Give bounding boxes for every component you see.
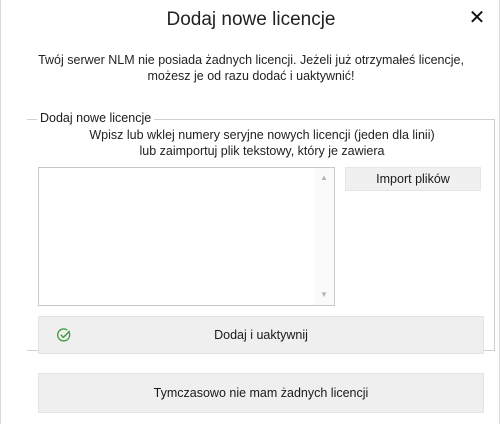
scroll-down-icon[interactable]: ▼: [314, 288, 334, 302]
textarea-scrollbar[interactable]: ▲ ▼: [314, 168, 334, 305]
group-legend: Dodaj nowe licencje: [37, 109, 155, 127]
scroll-up-icon[interactable]: ▲: [314, 171, 334, 185]
dialog-description: Twój serwer NLM nie posiada żadnych lice…: [21, 52, 481, 84]
description-line-1: Twój serwer NLM nie posiada żadnych lice…: [38, 53, 464, 67]
dialog-title: Dodaj nowe licencje: [166, 9, 336, 30]
description-line-2: możesz je od razu dodać i uaktywnić!: [147, 69, 355, 83]
import-files-button[interactable]: Import plików: [345, 167, 481, 191]
serial-numbers-textarea[interactable]: ▲ ▼: [38, 167, 335, 306]
add-and-activate-label: Dodaj i uaktywnij: [214, 328, 308, 342]
group-hint: Wpisz lub wklej numery seryjne nowych li…: [37, 127, 487, 159]
add-and-activate-button[interactable]: Dodaj i uaktywnij: [38, 316, 484, 354]
no-licenses-button[interactable]: Tymczasowo nie mam żadnych licencji: [38, 373, 484, 413]
hint-line-2: lub zaimportuj plik tekstowy, który je z…: [139, 144, 385, 158]
hint-line-1: Wpisz lub wklej numery seryjne nowych li…: [89, 128, 435, 142]
add-licenses-dialog: Dodaj nowe licencje ✕ Twój serwer NLM ni…: [0, 0, 500, 424]
close-icon[interactable]: ✕: [467, 8, 487, 28]
